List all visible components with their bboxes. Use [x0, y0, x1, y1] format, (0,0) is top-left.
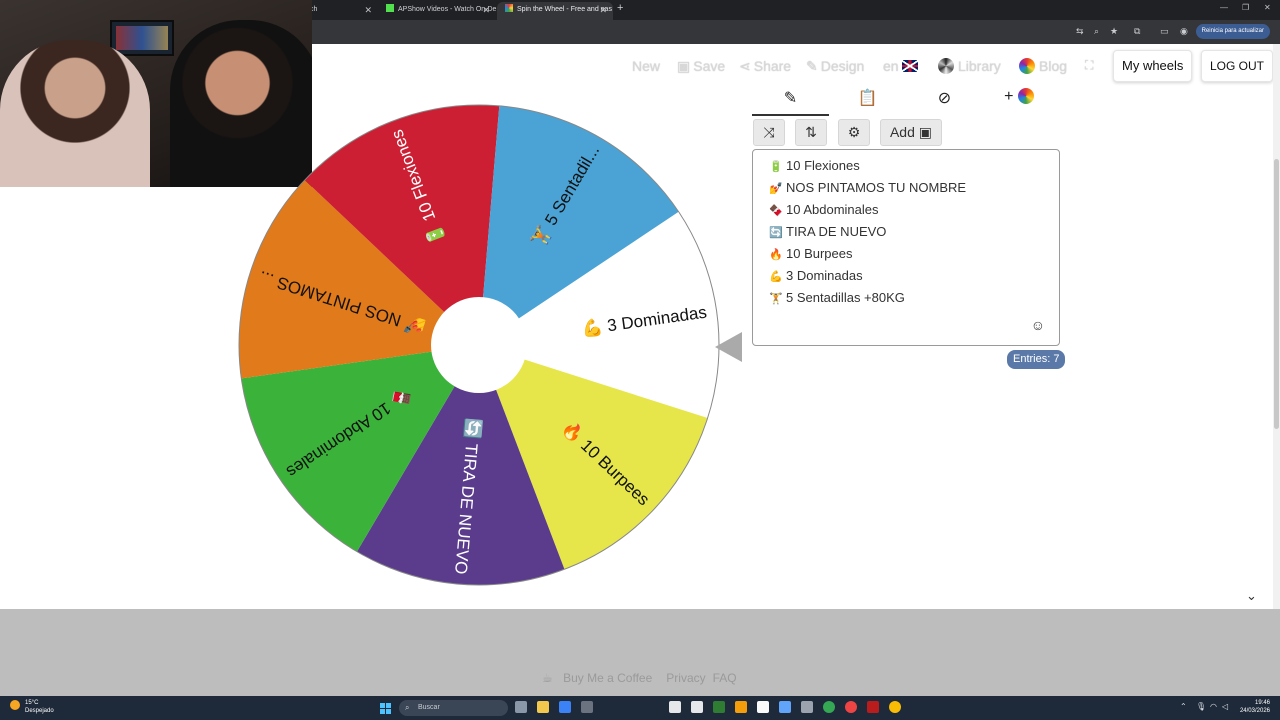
entry-text: NOS PINTAMOS TU NOMBRE — [786, 180, 967, 195]
sort-button[interactable]: ⇅ — [795, 119, 827, 146]
editor-tabs: ✎ 📋 ⊘ + — [752, 88, 1059, 116]
chrome-icon[interactable] — [823, 701, 835, 713]
app-icon[interactable] — [559, 701, 571, 713]
microphone-icon[interactable]: 🎙 — [1196, 702, 1206, 711]
tab-add-wheel[interactable]: + — [983, 88, 1059, 116]
document-icon[interactable] — [691, 701, 703, 713]
file-explorer-icon[interactable] — [537, 701, 549, 713]
volume-icon[interactable]: ◁ — [1222, 702, 1228, 711]
entry-text: 10 Abdominales — [786, 202, 879, 217]
app-icon[interactable] — [581, 701, 593, 713]
chevron-down-icon[interactable]: ⌄ — [1246, 588, 1257, 604]
app-icon[interactable] — [845, 701, 857, 713]
clipboard-icon: 📋 — [857, 90, 878, 107]
entry-emoji: 💅 — [769, 183, 783, 195]
windows-taskbar — [0, 696, 1280, 720]
settings-button[interactable]: ⚙ — [838, 119, 870, 146]
search-icon: ⌕ — [405, 703, 410, 712]
entry-text: TIRA DE NUEVO — [786, 224, 887, 239]
pencil-icon: ✎ — [783, 90, 798, 107]
image-icon: ▣ — [918, 124, 933, 140]
entries-textarea[interactable]: 🔋 10 Flexiones 💅 NOS PINTAMOS TU NOMBRE 🍫 1… — [752, 149, 1060, 346]
entry-emoji: 🔄 — [769, 227, 783, 239]
page-scrollbar[interactable] — [1273, 44, 1280, 609]
taskbar-clock[interactable]: 19:46 24/03/2026 — [1236, 699, 1270, 715]
entry-item: 🔄 TIRA DE NUEVO — [769, 224, 1059, 246]
weather-status: Despejado — [25, 708, 54, 714]
wifi-icon[interactable]: ◠ — [1210, 702, 1217, 711]
app-icon[interactable] — [735, 701, 747, 713]
sort-icon: ⇅ — [805, 124, 817, 140]
temperature: 15°C — [25, 700, 39, 706]
entry-item: 💪 3 Dominadas — [769, 268, 1059, 290]
chrome-icon[interactable] — [889, 701, 901, 713]
entry-text: 3 Dominadas — [786, 268, 863, 283]
privacy-link[interactable]: Privacy — [666, 671, 705, 685]
taskbar-search[interactable]: ⌕ Buscar — [399, 700, 508, 716]
time: 19:46 — [1254, 700, 1270, 706]
entry-item: 🏋 5 Sentadillas +80KG — [769, 290, 1059, 312]
coffee-link[interactable]: ☕ Buy Me a Coffee — [542, 671, 659, 685]
excel-icon[interactable] — [713, 701, 725, 713]
entry-emoji: 🔋 — [769, 161, 783, 173]
entry-emoji: 🏋 — [769, 293, 783, 305]
entry-emoji: 💪 — [769, 271, 783, 283]
date: 24/03/2026 — [1239, 708, 1270, 714]
app-icon[interactable] — [801, 701, 813, 713]
coffee-label: Buy Me a Coffee — [563, 671, 653, 685]
tab-results[interactable]: 📋 — [829, 88, 906, 116]
entry-item: 💅 NOS PINTAMOS TU NOMBRE — [769, 180, 1059, 202]
entry-emoji: 🍫 — [769, 205, 783, 217]
coffee-icon: ☕ — [542, 671, 553, 685]
entry-text: 10 Flexiones — [786, 158, 860, 173]
entry-item: 🍫 10 Abdominales — [769, 202, 1059, 224]
app-icon[interactable] — [779, 701, 791, 713]
wheel-center[interactable] — [431, 297, 527, 393]
entries-count-badge: Entries: 7 — [1007, 350, 1066, 369]
tab-edit[interactable]: ✎ — [752, 88, 829, 116]
task-view-icon[interactable] — [515, 701, 527, 713]
app-icon[interactable] — [757, 701, 769, 713]
entry-text: 10 Burpees — [786, 246, 853, 261]
search-placeholder: Buscar — [418, 704, 440, 711]
sun-icon — [10, 700, 20, 710]
footer-links: ☕ Buy Me a Coffee Privacy FAQ — [542, 671, 744, 685]
shuffle-icon: ⤨ — [763, 124, 775, 140]
app-icon[interactable] — [867, 701, 879, 713]
entry-item: 🔥 10 Burpees — [769, 246, 1059, 268]
add-label: Add — [889, 124, 915, 140]
eye-slash-icon: ⊘ — [937, 90, 952, 107]
tab-hidden[interactable]: ⊘ — [906, 88, 983, 116]
plus-icon: + — [1004, 88, 1014, 105]
entry-text: 5 Sentadillas +80KG — [786, 290, 905, 305]
document-icon[interactable] — [669, 701, 681, 713]
add-image-button[interactable]: Add ▣ — [880, 119, 942, 146]
entry-item: 🔋 10 Flexiones — [769, 158, 1059, 180]
shuffle-button[interactable]: ⤨ — [753, 119, 785, 146]
emoji-picker-icon[interactable]: ☺ — [1031, 317, 1045, 333]
windows-start-icon[interactable] — [380, 703, 391, 714]
faq-link[interactable]: FAQ — [713, 671, 737, 685]
wheel-pointer — [715, 332, 742, 362]
entry-emoji: 🔥 — [769, 249, 783, 261]
color-wheel-icon — [1017, 88, 1034, 104]
tray-chevron-icon[interactable]: ⌃ — [1180, 702, 1187, 711]
scrollbar-thumb[interactable] — [1274, 159, 1279, 429]
gear-icon: ⚙ — [847, 124, 861, 140]
